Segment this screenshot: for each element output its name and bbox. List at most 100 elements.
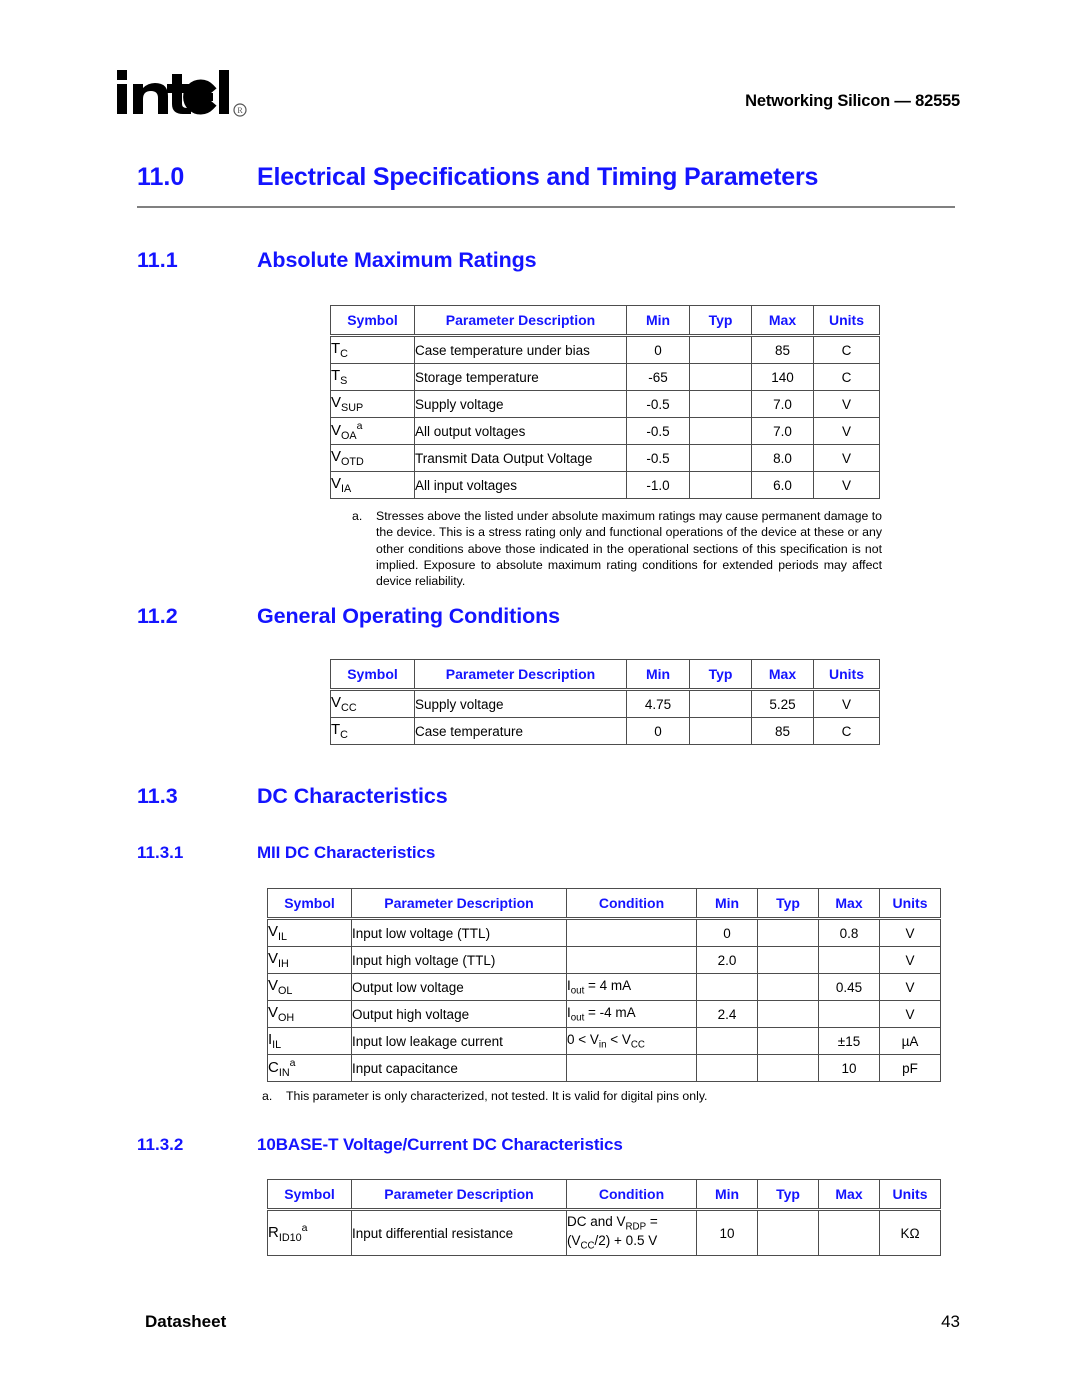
cell-min: 10 xyxy=(696,1209,758,1256)
table-row: VOTD Transmit Data Output Voltage -0.5 8.0 V xyxy=(330,444,880,472)
footnote-abs-max: a. Stresses above the listed under absol… xyxy=(352,508,882,590)
cell-condition xyxy=(566,918,697,947)
table-mii-dc-characteristics: Symbol Parameter Description Condition Min T… xyxy=(267,888,941,1082)
cell-typ xyxy=(757,946,819,974)
cell-parameter-description: Case temperature under bias xyxy=(414,335,627,364)
table-header-row: Symbol Parameter Description Min Typ Max Unit… xyxy=(330,305,880,337)
cell-units: V xyxy=(879,973,941,1001)
table-10base-t-dc-characteristics: Symbol Parameter Description Condition Min T… xyxy=(267,1179,941,1256)
heading-11-2-title: General Operating Conditions xyxy=(257,604,561,628)
cell-symbol: VSUP xyxy=(330,390,415,418)
table-absolute-maximum-ratings: Symbol Parameter Description Min Typ Max Unit… xyxy=(330,305,880,499)
cell-max xyxy=(818,1209,880,1256)
cell-parameter-description: Input high voltage (TTL) xyxy=(351,946,567,974)
cell-typ xyxy=(689,363,752,391)
column-header-units: Units xyxy=(879,888,941,920)
table-row: VCC Supply voltage 4.75 5.25 V xyxy=(330,689,880,718)
cell-min: 0 xyxy=(696,918,758,947)
cell-max: 140 xyxy=(751,363,814,391)
cell-max xyxy=(818,946,880,974)
cell-parameter-description: Storage temperature xyxy=(414,363,627,391)
cell-typ xyxy=(757,1027,819,1055)
cell-symbol: TS xyxy=(330,363,415,391)
cell-units: V xyxy=(813,444,880,472)
heading-11-3-1-number: 11.3.1 xyxy=(137,843,184,862)
cell-symbol: VIL xyxy=(267,918,352,947)
footer-page-number: 43 xyxy=(941,1312,960,1331)
table-row: VOH Output high voltage Iout = -4 mA 2.4 V xyxy=(267,1000,941,1028)
cell-condition: Iout = -4 mA xyxy=(566,1000,697,1028)
cell-typ xyxy=(689,335,752,364)
cell-units: C xyxy=(813,717,880,745)
cell-typ xyxy=(757,973,819,1001)
cell-typ xyxy=(757,1000,819,1028)
cell-parameter-description: Output high voltage xyxy=(351,1000,567,1028)
page-header: R Networking Silicon — 82555 xyxy=(0,62,1080,132)
table-row: VIA All input voltages -1.0 6.0 V xyxy=(330,471,880,499)
heading-11-3-number: 11.3 xyxy=(137,784,178,808)
cell-max: 85 xyxy=(751,717,814,745)
cell-typ xyxy=(757,1209,819,1256)
footnote-mii-dc: a. This parameter is only characterized,… xyxy=(262,1088,942,1104)
table-row: VOAa All output voltages -0.5 7.0 V xyxy=(330,417,880,445)
cell-typ xyxy=(689,417,752,445)
column-header-max: Max xyxy=(818,888,880,920)
cell-max: 8.0 xyxy=(751,444,814,472)
cell-max: 85 xyxy=(751,335,814,364)
cell-symbol: TC xyxy=(330,335,415,364)
intel-logo: R xyxy=(113,62,263,132)
heading-11-0-number: 11.0 xyxy=(137,163,185,191)
cell-symbol: VOTD xyxy=(330,444,415,472)
cell-units: KΩ xyxy=(879,1209,941,1256)
cell-symbol: CINa xyxy=(267,1054,352,1082)
cell-typ xyxy=(757,1054,819,1082)
cell-parameter-description: Output low voltage xyxy=(351,973,567,1001)
cell-max: 10 xyxy=(818,1054,880,1082)
cell-condition: 0 < Vin < VCC xyxy=(566,1027,697,1055)
cell-parameter-description: All input voltages xyxy=(414,471,627,499)
heading-11-3-2-title: 10BASE-T Voltage/Current DC Characterist… xyxy=(257,1135,623,1154)
column-header-typ: Typ xyxy=(689,659,752,691)
cell-parameter-description: Input low leakage current xyxy=(351,1027,567,1055)
cell-max: ±15 xyxy=(818,1027,880,1055)
column-header-symbol: Symbol xyxy=(267,1179,352,1211)
cell-parameter-description: Supply voltage xyxy=(414,390,627,418)
cell-units: V xyxy=(879,1000,941,1028)
cell-parameter-description: Transmit Data Output Voltage xyxy=(414,444,627,472)
cell-min: -65 xyxy=(626,363,690,391)
cell-symbol: IIL xyxy=(267,1027,352,1055)
cell-min: -0.5 xyxy=(626,417,690,445)
cell-units: V xyxy=(813,390,880,418)
cell-symbol: VIH xyxy=(267,946,352,974)
column-header-parameter-description: Parameter Description xyxy=(351,1179,567,1211)
footer-label: Datasheet xyxy=(145,1312,227,1331)
table-header-row: Symbol Parameter Description Condition Min T… xyxy=(267,1179,941,1211)
footnote-marker: a. xyxy=(352,509,363,523)
column-header-min: Min xyxy=(626,659,690,691)
table-row: VOL Output low voltage Iout = 4 mA 0.45 V xyxy=(267,973,941,1001)
cell-parameter-description: Input capacitance xyxy=(351,1054,567,1082)
heading-11-0: 11.0 Electrical Specifications and Timin… xyxy=(137,163,960,192)
heading-11-3-title: DC Characteristics xyxy=(257,784,448,808)
cell-max: 6.0 xyxy=(751,471,814,499)
column-header-condition: Condition xyxy=(566,888,697,920)
footnote-text: Stresses above the listed under absolute… xyxy=(376,509,882,589)
cell-min: 4.75 xyxy=(626,689,690,718)
cell-min xyxy=(696,1027,758,1055)
column-header-symbol: Symbol xyxy=(330,659,415,691)
cell-symbol: VCC xyxy=(330,689,415,718)
table-row: TC Case temperature 0 85 C xyxy=(330,717,880,745)
cell-units: V xyxy=(813,689,880,718)
cell-min xyxy=(696,1054,758,1082)
table-row: VSUP Supply voltage -0.5 7.0 V xyxy=(330,390,880,418)
column-header-condition: Condition xyxy=(566,1179,697,1211)
cell-symbol: VIA xyxy=(330,471,415,499)
cell-max: 7.0 xyxy=(751,390,814,418)
cell-symbol: VOH xyxy=(267,1000,352,1028)
column-header-parameter-description: Parameter Description xyxy=(414,305,627,337)
table-row: TC Case temperature under bias 0 85 C xyxy=(330,335,880,364)
table-row: VIL Input low voltage (TTL) 0 0.8 V xyxy=(267,918,941,947)
heading-11-2: 11.2 General Operating Conditions xyxy=(137,604,560,629)
cell-parameter-description: Case temperature xyxy=(414,717,627,745)
column-header-max: Max xyxy=(751,305,814,337)
